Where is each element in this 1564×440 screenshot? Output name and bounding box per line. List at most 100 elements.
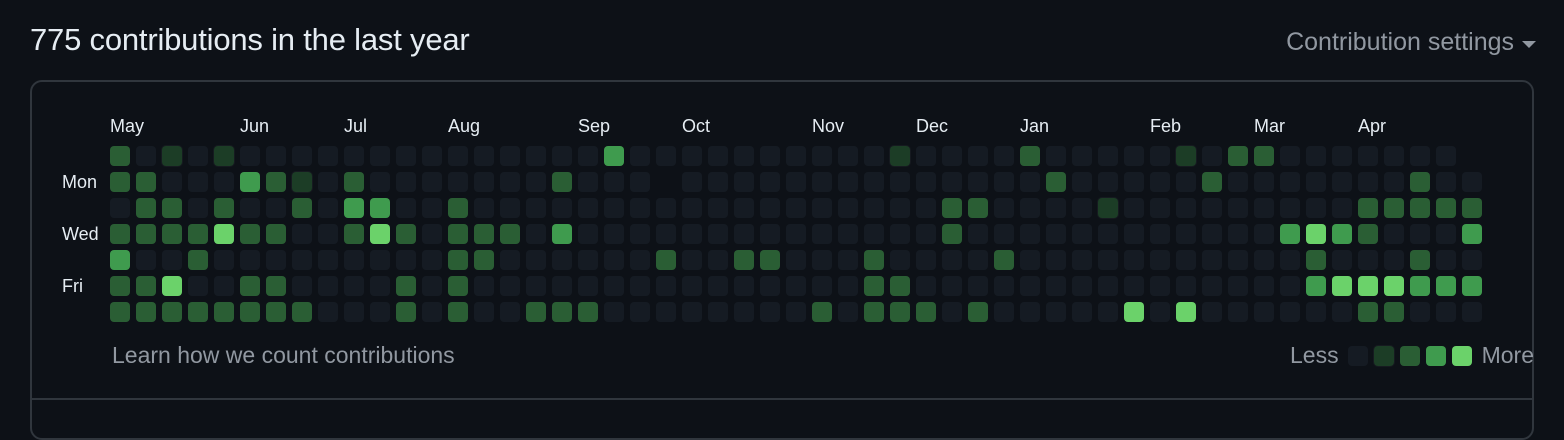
contribution-day-cell[interactable] <box>1228 250 1248 270</box>
contribution-day-cell[interactable] <box>136 302 156 322</box>
contribution-day-cell[interactable] <box>1072 224 1092 244</box>
contribution-day-cell[interactable] <box>604 302 624 322</box>
contribution-day-cell[interactable] <box>760 302 780 322</box>
contribution-day-cell[interactable] <box>1358 198 1378 218</box>
contribution-day-cell[interactable] <box>1332 172 1352 192</box>
contribution-day-cell[interactable] <box>1098 224 1118 244</box>
contribution-day-cell[interactable] <box>318 146 338 166</box>
contribution-day-cell[interactable] <box>734 276 754 296</box>
contribution-day-cell[interactable] <box>344 302 364 322</box>
contribution-day-cell[interactable] <box>1436 146 1456 166</box>
contribution-day-cell[interactable] <box>240 250 260 270</box>
contribution-day-cell[interactable] <box>916 198 936 218</box>
contribution-day-cell[interactable] <box>1228 302 1248 322</box>
contribution-day-cell[interactable] <box>656 172 676 192</box>
contribution-day-cell[interactable] <box>318 198 338 218</box>
contribution-day-cell[interactable] <box>682 276 702 296</box>
contribution-day-cell[interactable] <box>760 172 780 192</box>
contribution-day-cell[interactable] <box>1176 302 1196 322</box>
contribution-day-cell[interactable] <box>916 146 936 166</box>
contribution-day-cell[interactable] <box>1202 276 1222 296</box>
contribution-day-cell[interactable] <box>136 198 156 218</box>
contribution-day-cell[interactable] <box>1020 172 1040 192</box>
contribution-day-cell[interactable] <box>968 250 988 270</box>
contribution-day-cell[interactable] <box>266 172 286 192</box>
contribution-day-cell[interactable] <box>110 250 130 270</box>
contribution-day-cell[interactable] <box>370 250 390 270</box>
contribution-day-cell[interactable] <box>1358 146 1378 166</box>
contribution-day-cell[interactable] <box>1384 224 1404 244</box>
contribution-day-cell[interactable] <box>994 198 1014 218</box>
contribution-day-cell[interactable] <box>266 224 286 244</box>
contribution-day-cell[interactable] <box>1150 302 1170 322</box>
contribution-day-cell[interactable] <box>786 146 806 166</box>
contribution-day-cell[interactable] <box>734 224 754 244</box>
contribution-day-cell[interactable] <box>760 276 780 296</box>
contribution-day-cell[interactable] <box>1462 276 1482 296</box>
contribution-day-cell[interactable] <box>838 302 858 322</box>
contribution-day-cell[interactable] <box>1306 198 1326 218</box>
contribution-day-cell[interactable] <box>474 302 494 322</box>
contribution-day-cell[interactable] <box>396 302 416 322</box>
contribution-day-cell[interactable] <box>552 302 572 322</box>
contribution-day-cell[interactable] <box>1254 224 1274 244</box>
contribution-day-cell[interactable] <box>786 198 806 218</box>
contribution-day-cell[interactable] <box>786 302 806 322</box>
contribution-day-cell[interactable] <box>812 224 832 244</box>
contribution-day-cell[interactable] <box>1254 302 1274 322</box>
contribution-day-cell[interactable] <box>1098 250 1118 270</box>
contribution-day-cell[interactable] <box>1410 250 1430 270</box>
contribution-day-cell[interactable] <box>1124 146 1144 166</box>
contribution-day-cell[interactable] <box>1306 172 1326 192</box>
contribution-day-cell[interactable] <box>1098 146 1118 166</box>
contribution-day-cell[interactable] <box>682 198 702 218</box>
contribution-day-cell[interactable] <box>968 146 988 166</box>
contribution-day-cell[interactable] <box>526 198 546 218</box>
contribution-day-cell[interactable] <box>604 146 624 166</box>
contribution-day-cell[interactable] <box>240 276 260 296</box>
contribution-day-cell[interactable] <box>864 198 884 218</box>
contribution-day-cell[interactable] <box>422 224 442 244</box>
contribution-day-cell[interactable] <box>188 198 208 218</box>
contribution-day-cell[interactable] <box>1384 198 1404 218</box>
contribution-day-cell[interactable] <box>630 172 650 192</box>
contribution-day-cell[interactable] <box>422 302 442 322</box>
contribution-day-cell[interactable] <box>578 250 598 270</box>
contribution-day-cell[interactable] <box>916 250 936 270</box>
contribution-day-cell[interactable] <box>1202 198 1222 218</box>
contribution-day-cell[interactable] <box>1384 172 1404 192</box>
contribution-day-cell[interactable] <box>552 198 572 218</box>
contribution-settings-dropdown[interactable]: Contribution settings <box>1286 28 1536 57</box>
contribution-day-cell[interactable] <box>604 250 624 270</box>
contribution-day-cell[interactable] <box>136 224 156 244</box>
contribution-day-cell[interactable] <box>318 172 338 192</box>
contribution-day-cell[interactable] <box>838 276 858 296</box>
contribution-day-cell[interactable] <box>344 146 364 166</box>
contribution-day-cell[interactable] <box>916 172 936 192</box>
contribution-day-cell[interactable] <box>1384 146 1404 166</box>
contribution-day-cell[interactable] <box>838 198 858 218</box>
contribution-day-cell[interactable] <box>1072 302 1092 322</box>
contribution-day-cell[interactable] <box>214 250 234 270</box>
contribution-day-cell[interactable] <box>994 302 1014 322</box>
contribution-day-cell[interactable] <box>422 250 442 270</box>
contribution-day-cell[interactable] <box>760 224 780 244</box>
contribution-day-cell[interactable] <box>1358 276 1378 296</box>
contribution-day-cell[interactable] <box>942 250 962 270</box>
contribution-day-cell[interactable] <box>890 172 910 192</box>
contribution-day-cell[interactable] <box>1202 172 1222 192</box>
contribution-day-cell[interactable] <box>1254 172 1274 192</box>
contribution-day-cell[interactable] <box>630 224 650 244</box>
contribution-day-cell[interactable] <box>110 302 130 322</box>
contribution-day-cell[interactable] <box>1462 198 1482 218</box>
contribution-day-cell[interactable] <box>1202 146 1222 166</box>
contribution-day-cell[interactable] <box>734 172 754 192</box>
contribution-day-cell[interactable] <box>1436 250 1456 270</box>
contribution-day-cell[interactable] <box>1176 198 1196 218</box>
contribution-day-cell[interactable] <box>1228 198 1248 218</box>
contribution-day-cell[interactable] <box>1150 198 1170 218</box>
contribution-day-cell[interactable] <box>812 302 832 322</box>
contribution-day-cell[interactable] <box>188 146 208 166</box>
contribution-day-cell[interactable] <box>630 198 650 218</box>
contribution-day-cell[interactable] <box>474 224 494 244</box>
